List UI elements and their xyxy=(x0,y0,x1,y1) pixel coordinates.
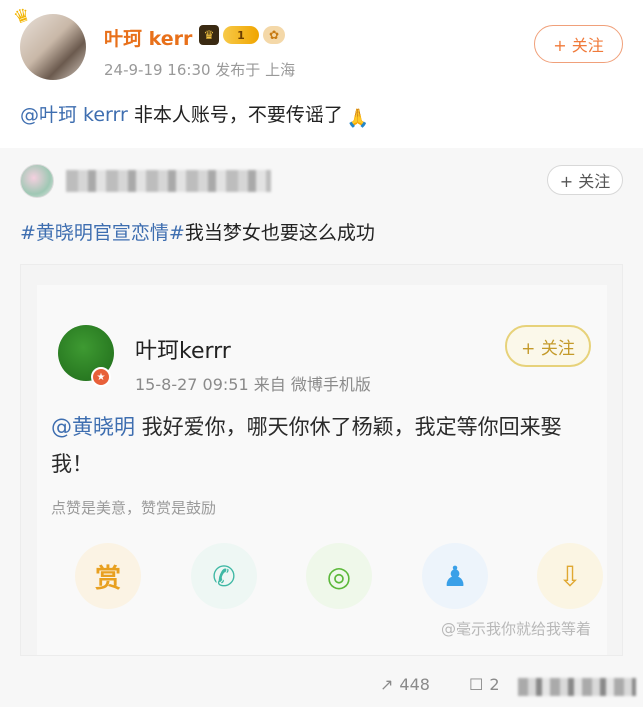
repost-body: 我当梦女也要这么成功 xyxy=(184,222,375,244)
follow-button[interactable]: + 关注 xyxy=(534,25,623,63)
embedded-screenshot[interactable]: ★ 叶珂kerrr 15-8-27 09:51 来自 微博手机版 + 关注 @黄… xyxy=(20,264,623,656)
screenshot-mention: @黄晓明 xyxy=(51,415,135,439)
author-name[interactable]: 叶珂 kerr xyxy=(104,24,192,51)
fan-badge-icon: ✿ xyxy=(263,26,285,44)
screenshot-text: @黄晓明 我好爱你，哪天你休了杨颖，我定等你回来娶我！ xyxy=(51,409,597,483)
qq-icon: ♟ xyxy=(422,543,488,609)
comment-count: 2 xyxy=(489,675,500,694)
screenshot-post: ★ 叶珂kerrr 15-8-27 09:51 来自 微博手机版 + 关注 @黄… xyxy=(37,285,607,655)
share-icon: ⇩ xyxy=(537,543,603,609)
repost-follow-button[interactable]: + 关注 xyxy=(547,165,623,195)
topic-link[interactable]: #黄晓明官宣恋情# xyxy=(20,222,185,244)
forward-count: 448 xyxy=(399,675,430,694)
forward-icon: ↗ xyxy=(380,675,394,694)
comment-icon: ☐ xyxy=(469,675,484,694)
blurred-counters xyxy=(518,678,636,696)
original-post: ♛ 叶珂 kerr ♛ 1 ✿ 24-9-19 16:30 发布于 上海 + 关… xyxy=(0,0,643,148)
vip-crown-icon: ♛ xyxy=(199,25,219,45)
repost-text: #黄晓明官宣恋情#我当梦女也要这么成功 xyxy=(20,218,375,245)
reward-icon: 赏 xyxy=(75,543,141,609)
wechat-icon: ✆ xyxy=(191,543,257,609)
avatar[interactable]: ♛ xyxy=(11,4,86,80)
post-text: @叶珂 kerrr 非本人账号，不要传谣了 🙏 xyxy=(20,100,371,129)
post-counters: ↗ 448 ☐ 2 xyxy=(0,668,643,704)
moments-icon: ◎ xyxy=(306,543,372,609)
user-badges: ♛ 1 ✿ xyxy=(199,25,285,45)
mention-link[interactable]: @叶珂 kerrr xyxy=(20,104,128,126)
share-actions: 赏 ✆ ◎ ♟ ⇩ xyxy=(51,543,603,613)
comment-button[interactable]: ☐ 2 xyxy=(469,675,500,694)
pray-emoji-icon: 🙏 xyxy=(346,108,370,129)
repost-author-name-blurred[interactable] xyxy=(66,170,271,192)
screenshot-meta: 15-8-27 09:51 来自 微博手机版 xyxy=(135,375,371,394)
watermark: @毫示我你就给我等着 xyxy=(441,620,592,638)
reward-hint: 点赞是美意，赞赏是鼓励 xyxy=(51,499,217,517)
post-body: 非本人账号，不要传谣了 xyxy=(127,104,343,126)
crown-icon: ♛ xyxy=(10,3,34,30)
vip-badge-icon: ★ xyxy=(91,367,111,387)
post-meta: 24-9-19 16:30 发布于 上海 xyxy=(104,61,296,79)
screenshot-follow-button: + 关注 xyxy=(505,325,591,367)
level-badge: 1 xyxy=(223,26,259,44)
screenshot-author-name: 叶珂kerrr xyxy=(135,339,231,364)
repost-avatar[interactable] xyxy=(20,164,54,198)
forward-button[interactable]: ↗ 448 xyxy=(380,675,430,694)
repost-card: + 关注 #黄晓明官宣恋情#我当梦女也要这么成功 ★ 叶珂kerrr 15-8-… xyxy=(0,148,643,707)
